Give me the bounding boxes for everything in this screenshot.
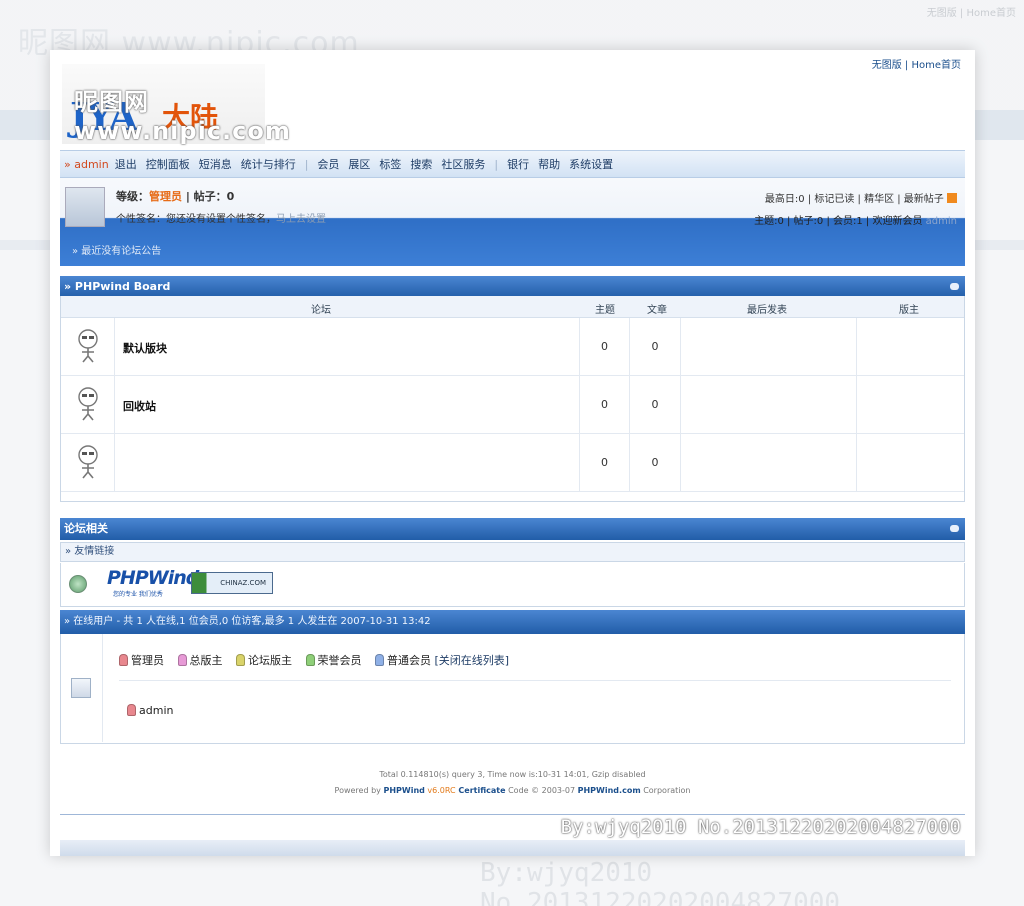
image-stamp: By:wjyq2010 No.20131220202004827000	[560, 816, 961, 838]
forum-status-icon	[78, 445, 98, 479]
announcement[interactable]: » 最近没有论坛公告	[72, 242, 161, 257]
nav-search[interactable]: 搜索	[410, 156, 432, 172]
legend-honor-member: 荣誉会员	[305, 652, 362, 668]
collapse-icon[interactable]	[950, 525, 959, 532]
post-count: 0	[630, 318, 681, 376]
rss-icon[interactable]	[947, 193, 957, 203]
post-count: 0	[630, 376, 681, 434]
nav-system-settings[interactable]: 系统设置	[569, 156, 613, 172]
phpwind-link[interactable]: PHPWind	[107, 567, 199, 589]
nav-statistics[interactable]: 统计与排行	[241, 156, 296, 172]
related-title: 论坛相关	[64, 522, 108, 535]
forum-name[interactable]: 默认版块	[123, 340, 167, 356]
legend-moderator: 论坛版主	[236, 652, 292, 668]
header-last-post: 最后发表	[747, 305, 787, 316]
background-stamp: By:wjyq2010 No.20131220202004827000	[480, 858, 841, 906]
user-panel: 等级：管理员 | 帖子：0 个性签名：您还没有设置个性签名，马上去设置 最高日:…	[60, 178, 965, 266]
person-icon	[177, 654, 187, 666]
person-icon	[305, 654, 315, 666]
globe-icon	[69, 575, 87, 593]
nav-username[interactable]: » admin	[64, 158, 109, 171]
nav-showcase[interactable]: 展区	[348, 156, 370, 172]
set-signature-link[interactable]: 马上去设置	[276, 214, 326, 225]
forum-table: 论坛 主题 文章 最后发表 版主 默认版块 0 0 回收站 0 0 0 0	[60, 296, 965, 502]
forum-page: 无图版 | Home首页 JYA 大陆 昵图网 www.nipic.com » …	[50, 50, 975, 856]
user-grade: 等级：管理员 | 帖子：0	[116, 190, 235, 203]
table-row: 0 0	[61, 434, 964, 492]
online-users-panel: 管理员 总版主 论坛版主 荣誉会员 普通会员 [关闭在线列表] admin	[60, 634, 965, 744]
table-row: 回收站 0 0	[61, 376, 964, 434]
topic-count: 0	[579, 434, 630, 492]
site-logo[interactable]: JYA 大陆 昵图网 www.nipic.com	[62, 64, 290, 145]
footer-powered-by: Powered by PHPWind v6.0RC Certificate Co…	[334, 786, 691, 795]
online-users-icon	[71, 678, 91, 698]
newest-member-link[interactable]: admin	[926, 216, 957, 227]
person-icon	[375, 654, 384, 666]
board-section-header: » PHPwind Board	[60, 276, 965, 298]
footer-divider	[60, 814, 965, 815]
member-group-legend: 管理员 总版主 论坛版主 荣誉会员 普通会员 [关闭在线列表]	[119, 652, 519, 668]
top-links[interactable]: 无图版 | Home首页	[872, 56, 961, 71]
nav-messages[interactable]: 短消息	[199, 156, 232, 172]
phpwind-slogan: 您的专业 我们优秀	[113, 591, 163, 598]
nav-separator: |	[494, 157, 499, 171]
legend-admin: 管理员	[119, 652, 164, 668]
nav-logout[interactable]: 退出	[115, 156, 137, 172]
topic-count: 0	[579, 318, 630, 376]
user-signature: 个性签名：您还没有设置个性签名，马上去设置	[116, 214, 326, 225]
nav-control-panel[interactable]: 控制面板	[146, 156, 190, 172]
person-icon	[236, 654, 245, 666]
post-count: 0	[630, 434, 681, 492]
close-online-list-link[interactable]: [关闭在线列表]	[435, 654, 510, 667]
collapse-icon[interactable]	[950, 283, 959, 290]
forum-quick-links[interactable]: 最高日:0 | 标记已读 | 精华区 | 最新帖子	[765, 190, 957, 205]
last-post-cell	[681, 376, 857, 434]
header-forum: 论坛	[311, 305, 331, 316]
person-icon	[119, 654, 128, 666]
forum-name[interactable]: 回收站	[123, 398, 156, 414]
nav-tags[interactable]: 标签	[379, 156, 401, 172]
nav-help[interactable]: 帮助	[538, 156, 560, 172]
nav-community[interactable]: 社区服务	[441, 156, 485, 172]
divider	[119, 680, 951, 681]
header-moderator: 版主	[899, 305, 919, 316]
background-top-links: 无图版 | Home首页	[926, 8, 1016, 19]
last-post-cell	[681, 434, 857, 492]
related-section-header: 论坛相关	[60, 518, 965, 540]
forum-status-icon	[78, 387, 98, 421]
online-users-header: » 在线用户 - 共 1 人在线,1 位会员,0 位访客,最多 1 人发生在 2…	[60, 610, 965, 634]
topic-count: 0	[579, 376, 630, 434]
bottom-strip	[60, 840, 965, 856]
nav-bank[interactable]: 银行	[507, 156, 529, 172]
forum-table-header: 论坛 主题 文章 最后发表 版主	[61, 296, 964, 318]
legend-super-moderator: 总版主	[177, 652, 223, 668]
forum-status-icon	[78, 329, 98, 363]
header-posts: 文章	[647, 305, 667, 316]
table-row: 默认版块 0 0	[61, 318, 964, 376]
legend-regular-member: 普通会员 [关闭在线列表]	[375, 652, 509, 668]
user-panel-info: 等级：管理员 | 帖子：0 个性签名：您还没有设置个性签名，马上去设置 最高日:…	[60, 178, 965, 230]
friend-links-header: » 友情链接	[60, 542, 965, 562]
last-post-cell	[681, 318, 857, 376]
person-icon	[127, 704, 136, 716]
phpwind-footer-link[interactable]: PHPWind	[383, 786, 424, 795]
forum-stats: 主题:0 | 帖子:0 | 会员:1 | 欢迎新会员 admin	[754, 216, 957, 227]
online-user-admin[interactable]: admin	[127, 704, 173, 717]
header-topics: 主题	[595, 305, 615, 316]
phpwind-com-link[interactable]: PHPWind.com	[578, 786, 641, 795]
footer-stats: Total 0.114810(s) query 3, Time now is:1…	[379, 770, 646, 779]
avatar[interactable]	[65, 187, 105, 227]
friend-links: PHPWind 您的专业 我们优秀 CHINAZ.COM	[60, 563, 965, 607]
chinaz-link[interactable]: CHINAZ.COM	[191, 572, 273, 594]
nav-separator: |	[304, 157, 309, 171]
nav-members[interactable]: 会员	[317, 156, 339, 172]
board-title[interactable]: » PHPwind Board	[64, 280, 170, 293]
nipic-watermark: 昵图网 www.nipic.com	[74, 88, 291, 145]
main-navbar: » admin 退出 控制面板 短消息 统计与排行 | 会员 展区 标签 搜索 …	[60, 150, 965, 178]
